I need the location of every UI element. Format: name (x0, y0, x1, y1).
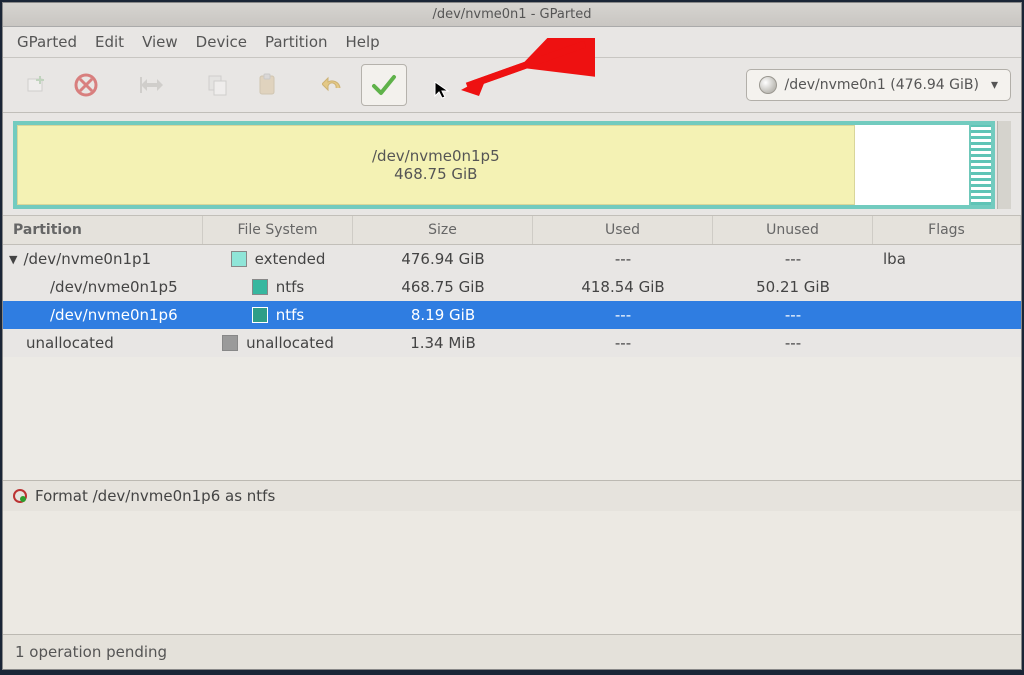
menubar: GParted Edit View Device Partition Help (3, 27, 1021, 58)
partition-name: /dev/nvme0n1p6 (50, 306, 178, 324)
toolbar-separator (113, 64, 125, 106)
format-operation-icon (13, 489, 27, 503)
statusbar: 1 operation pending (3, 634, 1021, 669)
cell-size: 8.19 GiB (353, 303, 533, 327)
toolbar-separator (295, 64, 307, 106)
cell-flags: lba (873, 247, 1021, 271)
resize-move-button[interactable] (129, 64, 175, 106)
fs-color-swatch (231, 251, 247, 267)
fs-type: extended (255, 250, 326, 268)
fs-color-swatch (252, 307, 268, 323)
partition-table-header: Partition File System Size Used Unused F… (3, 215, 1021, 245)
pending-operation-row[interactable]: Format /dev/nvme0n1p6 as ntfs (3, 480, 1021, 511)
graph-partition-name: /dev/nvme0n1p5 (372, 147, 500, 165)
cell-flags (873, 340, 1021, 346)
copy-icon (207, 74, 229, 96)
window-titlebar: /dev/nvme0n1 - GParted (3, 3, 1021, 27)
fs-color-swatch (252, 279, 268, 295)
table-row[interactable]: /dev/nvme0n1p5 ntfs 468.75 GiB418.54 GiB50… (3, 273, 1021, 301)
copy-button[interactable] (195, 64, 241, 106)
delete-partition-button[interactable] (63, 64, 109, 106)
operations-list-empty (3, 511, 1021, 634)
cell-size: 476.94 GiB (353, 247, 533, 271)
paste-icon (257, 73, 279, 97)
empty-area (3, 357, 1021, 480)
apply-button[interactable] (361, 64, 407, 106)
graph-partition-main[interactable]: /dev/nvme0n1p5 468.75 GiB (17, 125, 855, 205)
col-flags[interactable]: Flags (873, 216, 1021, 244)
cell-flags (873, 312, 1021, 318)
undo-icon (322, 74, 346, 96)
fs-color-swatch (222, 335, 238, 351)
cell-used: 418.54 GiB (533, 275, 713, 299)
device-selector-label: /dev/nvme0n1 (476.94 GiB) (785, 77, 979, 93)
graph-partition-small[interactable] (969, 125, 991, 205)
status-text: 1 operation pending (15, 643, 167, 661)
chevron-down-icon: ▾ (991, 77, 998, 93)
col-size[interactable]: Size (353, 216, 533, 244)
partition-graph[interactable]: /dev/nvme0n1p5 468.75 GiB (3, 113, 1021, 215)
cell-flags (873, 284, 1021, 290)
menu-view[interactable]: View (142, 33, 178, 51)
cell-size: 468.75 GiB (353, 275, 533, 299)
window-title: /dev/nvme0n1 - GParted (432, 7, 591, 22)
cell-unused: 50.21 GiB (713, 275, 873, 299)
expander-icon[interactable]: ▼ (9, 253, 17, 266)
table-row[interactable]: ▼/dev/nvme0n1p1extended476.94 GiB------l… (3, 245, 1021, 273)
pending-operation-text: Format /dev/nvme0n1p6 as ntfs (35, 487, 275, 505)
cell-used: --- (533, 303, 713, 327)
menu-gparted[interactable]: GParted (17, 33, 77, 51)
menu-partition[interactable]: Partition (265, 33, 328, 51)
table-row[interactable]: unallocatedunallocated1.34 MiB------ (3, 329, 1021, 357)
new-partition-button[interactable] (13, 64, 59, 106)
vertical-scrollbar[interactable] (997, 121, 1011, 209)
partition-table-body: ▼/dev/nvme0n1p1extended476.94 GiB------l… (3, 245, 1021, 357)
col-filesystem[interactable]: File System (203, 216, 353, 244)
menu-edit[interactable]: Edit (95, 33, 124, 51)
fs-type: unallocated (246, 334, 334, 352)
menu-help[interactable]: Help (346, 33, 380, 51)
undo-button[interactable] (311, 64, 357, 106)
resize-icon (139, 75, 165, 95)
col-used[interactable]: Used (533, 216, 713, 244)
partition-name: /dev/nvme0n1p5 (50, 278, 178, 296)
fs-type: ntfs (276, 306, 304, 324)
fs-type: ntfs (276, 278, 304, 296)
cell-size: 1.34 MiB (353, 331, 533, 355)
toolbar: /dev/nvme0n1 (476.94 GiB) ▾ (3, 58, 1021, 113)
partition-name: unallocated (26, 334, 114, 352)
apply-checkmark-icon (371, 73, 397, 97)
paste-button[interactable] (245, 64, 291, 106)
graph-partition-free[interactable] (855, 125, 969, 205)
table-row[interactable]: /dev/nvme0n1p6ntfs8.19 GiB------ (3, 301, 1021, 329)
toolbar-separator (179, 64, 191, 106)
new-icon (25, 74, 47, 96)
cell-unused: --- (713, 331, 873, 355)
cell-used: --- (533, 247, 713, 271)
cell-used: --- (533, 331, 713, 355)
menu-device[interactable]: Device (196, 33, 247, 51)
col-partition[interactable]: Partition (3, 216, 203, 244)
partition-name: /dev/nvme0n1p1 (23, 250, 151, 268)
cell-unused: --- (713, 247, 873, 271)
disk-icon (759, 76, 777, 94)
device-selector[interactable]: /dev/nvme0n1 (476.94 GiB) ▾ (746, 69, 1012, 101)
graph-partition-size: 468.75 GiB (394, 165, 477, 183)
col-unused[interactable]: Unused (713, 216, 873, 244)
delete-icon (74, 73, 98, 97)
cell-unused: --- (713, 303, 873, 327)
